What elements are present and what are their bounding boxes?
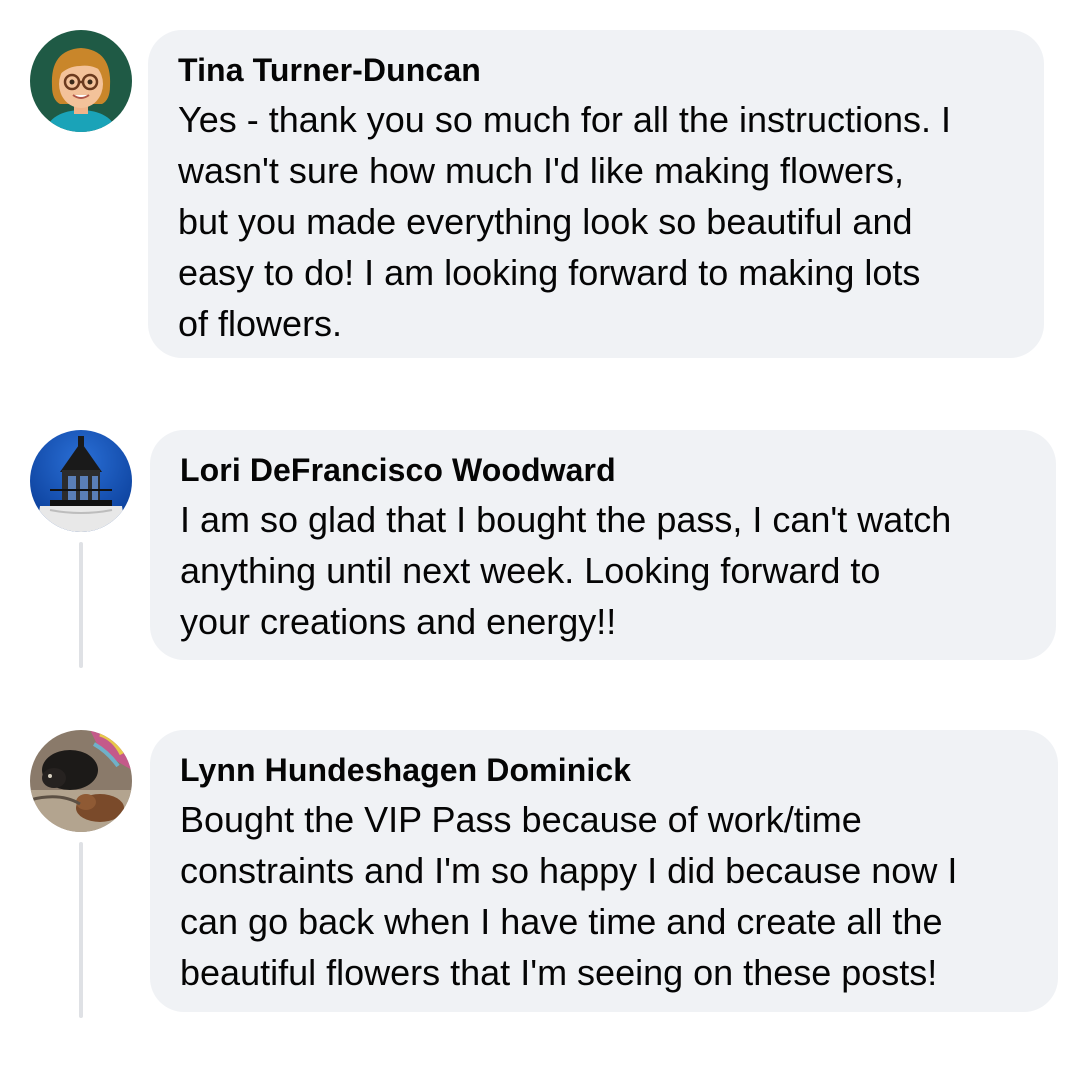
dog-photo-avatar-icon [30,730,132,832]
comment-author[interactable]: Lori DeFrancisco Woodward [180,452,1028,488]
comment-author[interactable]: Tina Turner-Duncan [178,52,1016,88]
avatar[interactable] [30,430,132,532]
thread-line [79,542,83,668]
comment-bubble: Lynn Hundeshagen Dominick Bought the VIP… [150,730,1058,1012]
cartoon-woman-avatar-icon [30,30,132,132]
comment-text: Yes - thank you so much for all the inst… [178,99,952,344]
avatar[interactable] [30,730,132,832]
comment-bubble: Tina Turner-Duncan Yes - thank you so mu… [148,30,1044,358]
comment-text: I am so glad that I bought the pass, I c… [180,499,952,642]
thread-line [79,842,83,1018]
comment-text: Bought the VIP Pass because of work/time… [180,799,958,993]
lighthouse-avatar-icon [30,430,132,532]
comment-author[interactable]: Lynn Hundeshagen Dominick [180,752,1030,788]
comment-bubble: Lori DeFrancisco Woodward I am so glad t… [150,430,1056,660]
avatar[interactable] [30,30,132,132]
